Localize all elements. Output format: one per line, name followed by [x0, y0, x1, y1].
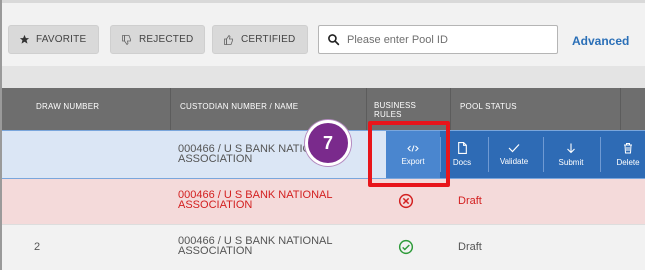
left-frame-border	[0, 0, 2, 270]
search-icon	[327, 33, 341, 47]
custodian-cell: 000466 / U S BANK NATIONAL ASSOCIATION	[178, 189, 333, 211]
favorite-filter-label: FAVORITE	[36, 34, 87, 45]
check-icon	[508, 143, 520, 155]
certified-filter-label: CERTIFIED	[241, 34, 296, 45]
certified-filter-button[interactable]: CERTIFIED	[212, 25, 308, 54]
arrow-down-icon	[566, 143, 576, 156]
table-row-error[interactable]: 000466 / U S BANK NATIONAL ASSOCIATION D…	[0, 179, 645, 224]
filter-toolbar: FAVORITE REJECTED CERTIFIED Advanced	[0, 0, 645, 66]
table-row[interactable]: 2 000466 / U S BANK NATIONAL ASSOCIATION…	[0, 224, 645, 270]
rejected-filter-button[interactable]: REJECTED	[110, 25, 205, 54]
column-divider	[620, 88, 621, 130]
submit-label: Submit	[558, 157, 584, 167]
column-header-business-rules[interactable]: BUSINESS RULES	[374, 101, 424, 119]
trash-icon	[623, 142, 633, 156]
action-divider	[543, 137, 544, 172]
pool-id-search-input[interactable]	[347, 33, 547, 46]
action-divider	[600, 137, 601, 172]
toolbar-spacer-strip	[0, 66, 645, 88]
action-divider	[488, 137, 489, 172]
step-number-badge: 7	[305, 120, 351, 166]
column-header-draw-number[interactable]: DRAW NUMBER	[36, 102, 99, 111]
star-icon	[19, 34, 30, 45]
validate-button[interactable]: Validate	[492, 131, 536, 178]
column-header-custodian[interactable]: CUSTODIAN NUMBER / NAME	[180, 102, 298, 111]
pool-search-box[interactable]	[318, 25, 558, 54]
column-header-pool-status[interactable]: POOL STATUS	[460, 102, 517, 111]
pool-status-cell: Draft	[458, 195, 482, 207]
column-divider	[366, 88, 367, 130]
favorite-filter-button[interactable]: FAVORITE	[8, 25, 99, 54]
pool-status-cell: Draft	[458, 241, 482, 253]
success-check-icon	[398, 239, 414, 255]
custodian-cell: 000466 / U S BANK NATIONAL ASSOCIATION	[178, 235, 333, 257]
validate-label: Validate	[499, 157, 529, 166]
document-icon	[457, 142, 468, 156]
submit-button[interactable]: Submit	[549, 131, 593, 178]
thumbs-up-icon	[223, 34, 235, 46]
delete-button[interactable]: Delete	[608, 131, 645, 178]
thumbs-down-icon	[121, 34, 133, 46]
advanced-search-link[interactable]: Advanced	[572, 34, 629, 48]
docs-label: Docs	[452, 158, 472, 167]
rejected-filter-label: REJECTED	[139, 34, 194, 45]
export-highlight-box	[368, 121, 450, 187]
column-divider	[170, 88, 171, 130]
top-divider	[0, 0, 645, 3]
draw-number-cell: 2	[34, 241, 41, 253]
error-circle-icon	[398, 193, 414, 209]
column-divider	[450, 88, 451, 130]
delete-label: Delete	[616, 158, 640, 167]
